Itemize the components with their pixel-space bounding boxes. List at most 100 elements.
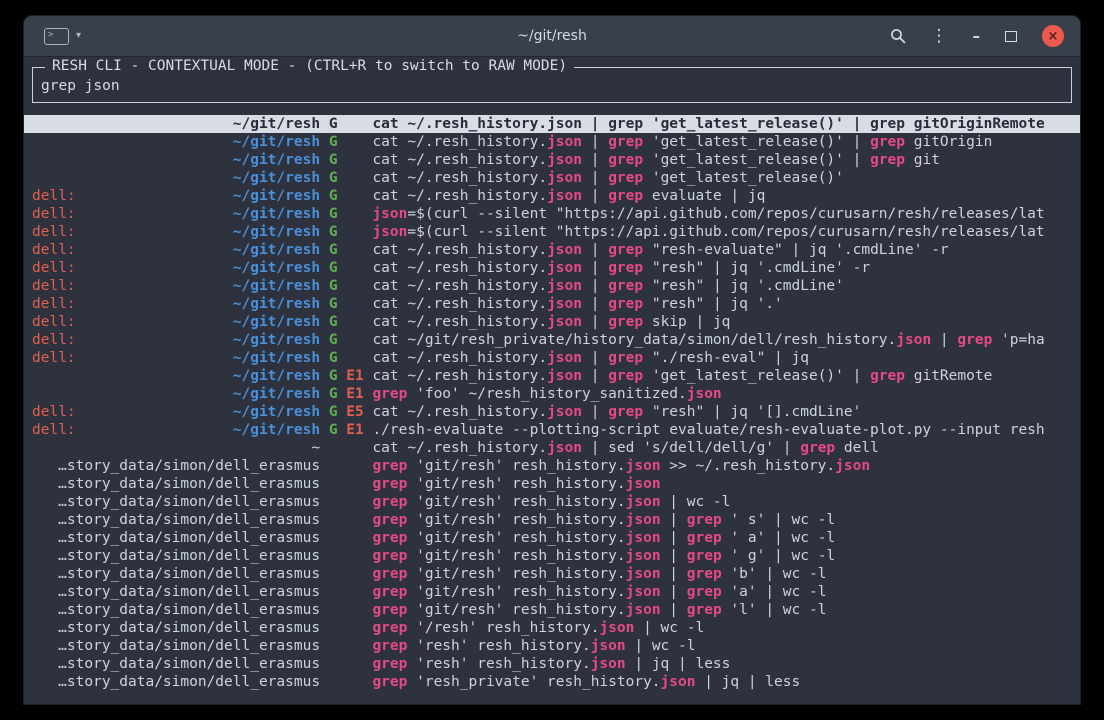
directory-label: …story_data/simon/dell_erasmus xyxy=(32,529,320,547)
directory-label: …story_data/simon/dell_erasmus xyxy=(32,673,320,691)
host-label: dell: xyxy=(32,223,76,241)
history-row[interactable]: dell:~/git/resh Gcat ~/.resh_history.jso… xyxy=(24,277,1080,295)
host-label: dell: xyxy=(32,205,76,223)
history-row[interactable]: ~/git/resh Gcat ~/.resh_history.json | g… xyxy=(24,169,1080,187)
history-row[interactable]: dell:~/git/resh Gjson=$(curl --silent "h… xyxy=(24,223,1080,241)
history-row[interactable]: …story_data/simon/dell_erasmusgrep 'git/… xyxy=(24,475,1080,493)
history-row[interactable]: ~/git/resh Gcat ~/.resh_history.json | g… xyxy=(24,151,1080,169)
command-text: grep 'git/resh' resh_history.json | wc -… xyxy=(372,494,730,510)
git-flag: G xyxy=(329,278,338,294)
git-flag: G xyxy=(329,116,338,132)
command-text: grep 'git/resh' resh_history.json | grep… xyxy=(372,512,835,528)
history-row[interactable]: …story_data/simon/dell_erasmusgrep 'git/… xyxy=(24,565,1080,583)
history-row[interactable]: …story_data/simon/dell_erasmusgrep 'git/… xyxy=(24,457,1080,475)
history-row[interactable]: dell:~/git/resh G E5cat ~/.resh_history.… xyxy=(24,403,1080,421)
git-flag: G xyxy=(329,404,338,420)
git-flag: G xyxy=(329,314,338,330)
titlebar: > ▾ ~/git/resh ⋮ – xyxy=(24,16,1080,57)
history-row[interactable]: …story_data/simon/dell_erasmusgrep 'resh… xyxy=(24,673,1080,691)
status-flags: G xyxy=(320,151,372,169)
directory-label: …story_data/simon/dell_erasmus xyxy=(32,583,320,601)
directory-label: …story_data/simon/dell_erasmus xyxy=(32,601,320,619)
history-row[interactable]: …story_data/simon/dell_erasmusgrep '/res… xyxy=(24,619,1080,637)
directory-label: …story_data/simon/dell_erasmus xyxy=(32,511,320,529)
directory-label: ~/git/resh xyxy=(32,385,320,403)
history-list: ~/git/resh Gcat ~/.resh_history.json | g… xyxy=(24,115,1080,691)
history-row[interactable]: ~/git/resh G E1cat ~/.resh_history.json … xyxy=(24,367,1080,385)
command-text: cat ~/.resh_history.json | grep "resh" |… xyxy=(372,404,861,420)
titlebar-controls: ⋮ – × xyxy=(890,25,1081,47)
exit-code-flag: E1 xyxy=(346,386,363,402)
directory-label: ~ xyxy=(32,439,320,457)
history-row[interactable]: …story_data/simon/dell_erasmus grep 'resh… xyxy=(24,637,1080,655)
history-row[interactable]: dell:~/git/resh Gjson=$(curl --silent "h… xyxy=(24,205,1080,223)
command-text: json=$(curl --silent "https://api.github… xyxy=(372,224,1044,240)
command-text: grep 'git/resh' resh_history.json >> ~/.… xyxy=(372,458,870,474)
history-row[interactable]: dell:~/git/resh Gcat ~/.resh_history.jso… xyxy=(24,295,1080,313)
status-flags: G xyxy=(320,313,372,331)
minimize-button[interactable]: – xyxy=(973,27,981,45)
host-label: dell: xyxy=(32,331,76,349)
menu-button[interactable]: ⋮ xyxy=(931,28,948,45)
history-row[interactable]: …story_data/simon/dell_erasmus grep 'git/… xyxy=(24,511,1080,529)
status-flags: G xyxy=(320,187,372,205)
history-row[interactable]: …story_data/simon/dell_erasmus grep 'git/… xyxy=(24,547,1080,565)
git-flag: G xyxy=(329,296,338,312)
history-row[interactable]: ~/git/resh G E1grep 'foo' ~/resh_history… xyxy=(24,385,1080,403)
history-row[interactable]: …story_data/simon/dell_erasmusgrep 'git/… xyxy=(24,583,1080,601)
git-flag: G xyxy=(329,386,338,402)
minimize-icon: – xyxy=(973,27,981,45)
search-button[interactable] xyxy=(890,28,906,44)
host-label: dell: xyxy=(32,403,76,421)
history-row[interactable]: …story_data/simon/dell_erasmusgrep 'git/… xyxy=(24,493,1080,511)
command-text: cat ~/.resh_history.json | sed 's/dell/d… xyxy=(372,440,878,456)
history-row[interactable]: dell:~/git/resh Gcat ~/.resh_history.jso… xyxy=(24,187,1080,205)
command-text: cat ~/.resh_history.json | grep "resh" |… xyxy=(372,296,782,312)
history-row[interactable]: ~/git/resh Gcat ~/.resh_history.json | g… xyxy=(24,133,1080,151)
host-label: dell: xyxy=(32,313,76,331)
new-tab-button[interactable]: > ▾ xyxy=(38,24,87,49)
history-row[interactable]: dell:~/git/resh Gcat ~/git/resh_private/… xyxy=(24,331,1080,349)
status-flags: G E1 xyxy=(320,367,372,385)
history-row[interactable]: dell:~/git/resh Gcat ~/.resh_history.jso… xyxy=(24,241,1080,259)
search-query-input[interactable]: grep json xyxy=(41,77,1063,95)
search-icon xyxy=(890,28,906,44)
host-label: dell: xyxy=(32,277,76,295)
status-flags: G xyxy=(320,115,372,133)
directory-label: ~/git/resh xyxy=(32,367,320,385)
status-flags: G xyxy=(320,205,372,223)
status-flags: G xyxy=(320,223,372,241)
history-row[interactable]: dell:~/git/resh Gcat ~/.resh_history.jso… xyxy=(24,259,1080,277)
git-flag: G xyxy=(329,350,338,366)
history-row[interactable]: dell:~/git/resh Gcat ~/.resh_history.jso… xyxy=(24,313,1080,331)
history-row[interactable]: dell:~/git/resh G E1./resh-evaluate --pl… xyxy=(24,421,1080,439)
git-flag: G xyxy=(329,188,338,204)
resh-search-panel: RESH CLI - CONTEXTUAL MODE - (CTRL+R to … xyxy=(32,67,1072,103)
host-label: dell: xyxy=(32,259,76,277)
chevron-down-icon: ▾ xyxy=(76,31,81,41)
directory-label: ~/git/resh xyxy=(32,133,320,151)
history-row[interactable]: dell:~/git/resh Gcat ~/.resh_history.jso… xyxy=(24,349,1080,367)
terminal-icon: > xyxy=(44,28,69,45)
history-row[interactable]: ~/git/resh Gcat ~/.resh_history.json | g… xyxy=(24,115,1080,133)
status-flags: G xyxy=(320,295,372,313)
restore-button[interactable] xyxy=(1005,31,1017,42)
command-text: grep 'git/resh' resh_history.json | grep… xyxy=(372,566,826,582)
command-text: cat ~/.resh_history.json | grep 'get_lat… xyxy=(372,116,1044,132)
history-row[interactable]: …story_data/simon/dell_erasmusgrep 'resh… xyxy=(24,655,1080,673)
panel-title: RESH CLI - CONTEXTUAL MODE - (CTRL+R to … xyxy=(45,58,574,74)
history-row[interactable]: …story_data/simon/dell_erasmusgrep 'git/… xyxy=(24,601,1080,619)
command-text: cat ~/.resh_history.json | grep "resh" |… xyxy=(372,278,843,294)
history-row[interactable]: ~ cat ~/.resh_history.json | sed 's/dell/… xyxy=(24,439,1080,457)
directory-label: …story_data/simon/dell_erasmus xyxy=(32,637,320,655)
command-text: grep 'resh' resh_history.json | wc -l xyxy=(372,638,695,654)
close-button[interactable]: × xyxy=(1042,25,1064,47)
directory-label: ~/git/resh xyxy=(32,169,320,187)
git-flag: G xyxy=(329,152,338,168)
directory-label: …story_data/simon/dell_erasmus xyxy=(32,547,320,565)
history-row[interactable]: …story_data/simon/dell_erasmusgrep 'git/… xyxy=(24,529,1080,547)
host-label: dell: xyxy=(32,295,76,313)
command-text: grep 'git/resh' resh_history.json | grep… xyxy=(372,548,835,564)
status-flags: G xyxy=(320,331,372,349)
kebab-menu-icon: ⋮ xyxy=(931,28,948,45)
